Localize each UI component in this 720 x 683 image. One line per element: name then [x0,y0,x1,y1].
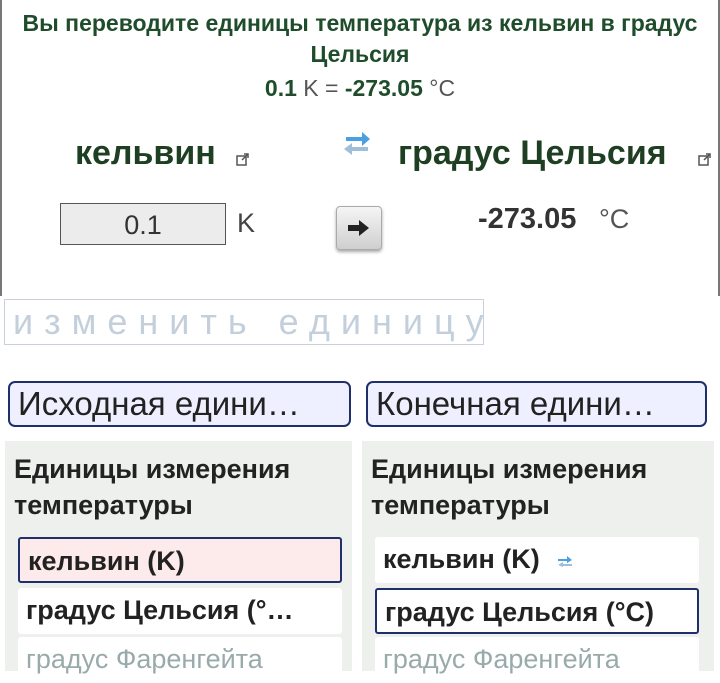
converted-value: -273.05 [478,203,577,235]
external-link-icon[interactable] [236,153,249,166]
to-unit-link[interactable]: градус Цельсия [398,134,667,173]
source-item-celsius[interactable]: градус Цельсия (°… [18,588,342,634]
target-item-kelvin-label: кельвин (K) [383,544,540,574]
target-item-kelvin[interactable]: кельвин (K) [375,537,699,583]
result-to-value: -273.05 [344,75,423,101]
change-units-button[interactable]: изменить единицу [4,299,484,345]
result-to-symbol: °C [429,75,456,101]
result-from-value: 0.1 [264,75,297,101]
source-item-kelvin[interactable]: кельвин (K) [18,537,342,583]
right-arrow-icon [348,220,369,236]
target-unit-panel: Единицы измерения температуры кельвин (K… [362,441,714,683]
from-unit-link[interactable]: кельвин [75,134,216,173]
page-headline: Вы переводите единицы температура из кел… [22,10,698,67]
source-item-fahrenheit[interactable]: градус Фаренгейта [18,637,342,683]
result-equals: = [325,75,339,101]
target-unit-picker[interactable]: Конечная едини… [366,381,707,427]
conversion-result-line: 0.1 K = -273.05 °C [0,75,720,102]
target-item-fahrenheit[interactable]: градус Фаренгейта [375,637,699,683]
from-unit-symbol: K [237,208,256,238]
external-link-icon[interactable] [698,153,711,166]
result-from-symbol: K [303,75,319,101]
source-unit-panel: Единицы измерения температуры кельвин (K… [5,441,352,683]
source-panel-title: Единицы измерения температуры [14,454,291,520]
value-input[interactable]: 0.1 [60,203,226,245]
swap-arrows-icon[interactable] [342,128,372,156]
swap-arrows-icon [558,555,573,567]
source-unit-picker[interactable]: Исходная едини… [8,381,351,427]
convert-button[interactable] [336,206,382,250]
to-unit-symbol: °C [599,204,630,234]
target-item-celsius[interactable]: градус Цельсия (°C) [375,588,699,634]
target-panel-title: Единицы измерения температуры [371,454,648,520]
